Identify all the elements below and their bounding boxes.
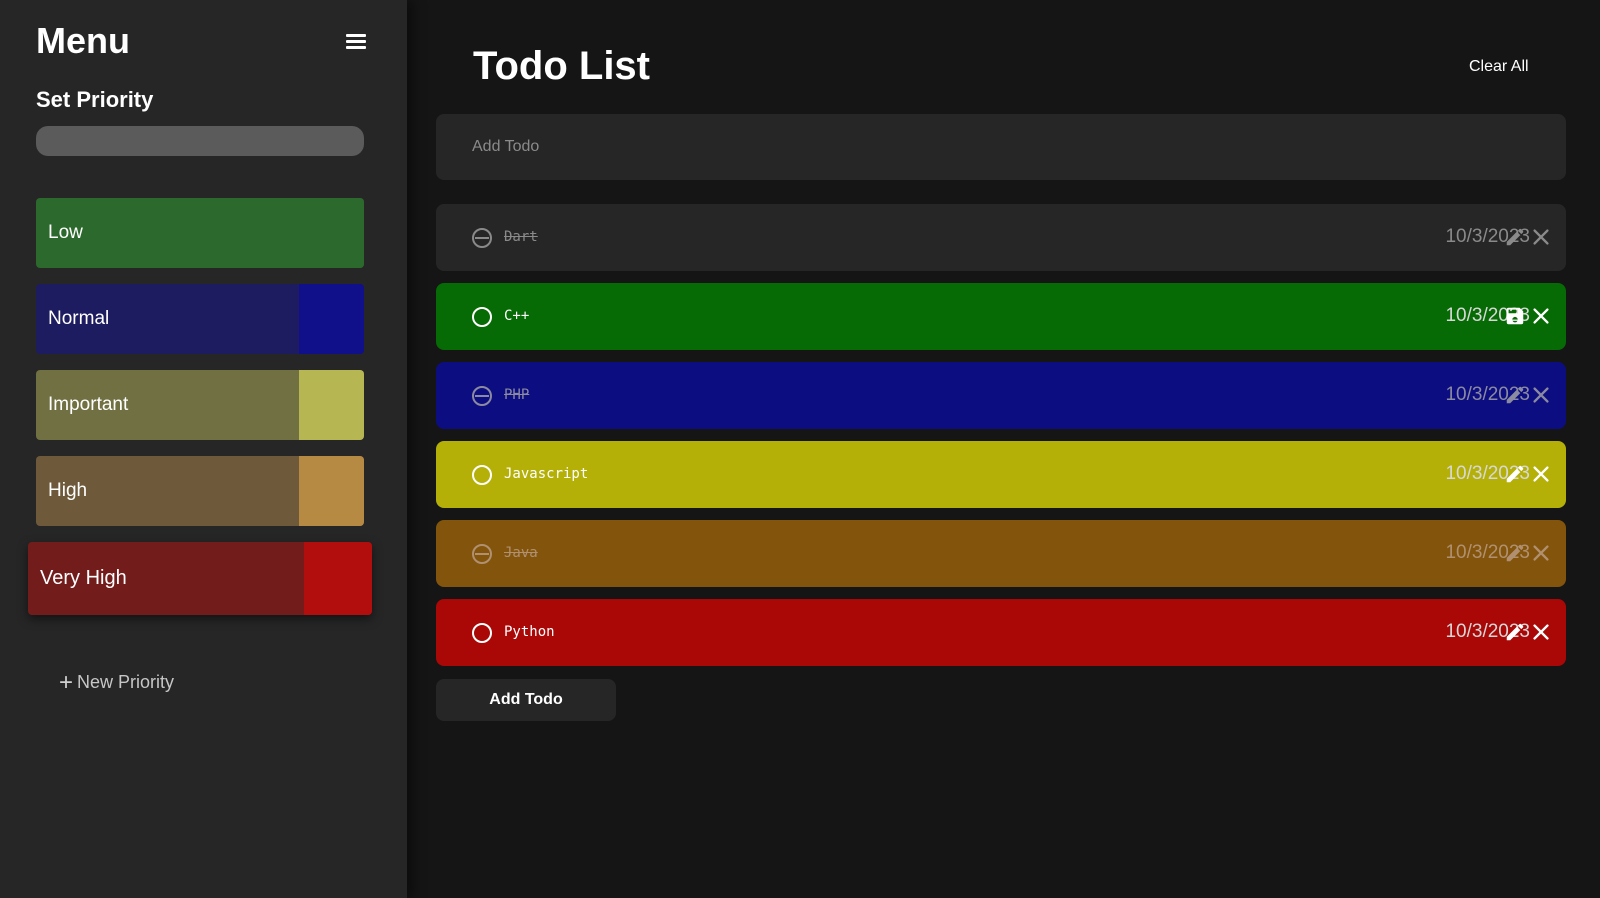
todo-app: Menu Set Priority Low Normal Important H… xyxy=(0,0,1600,898)
add-todo-input[interactable] xyxy=(436,114,1566,180)
close-icon[interactable] xyxy=(1530,463,1552,485)
hamburger-menu-icon[interactable] xyxy=(346,34,366,52)
priority-color-swatch xyxy=(299,284,364,354)
close-icon[interactable] xyxy=(1530,226,1552,248)
pencil-icon[interactable] xyxy=(1504,226,1526,248)
todo-item: Dart 10/3/2023 xyxy=(436,204,1566,271)
priority-color-swatch xyxy=(299,456,364,526)
sidebar: Menu Set Priority Low Normal Important H… xyxy=(0,0,407,898)
set-priority-label: Set Priority xyxy=(36,87,154,112)
todo-item: PHP 10/3/2023 xyxy=(436,362,1566,429)
todo-item: Javascript 10/3/2023 xyxy=(436,441,1566,508)
clear-all-button[interactable]: Clear All xyxy=(1469,58,1529,76)
close-icon[interactable] xyxy=(1530,384,1552,406)
todo-text: Python xyxy=(504,624,555,640)
priority-input[interactable] xyxy=(36,126,364,156)
page-title: Todo List xyxy=(473,44,650,88)
priority-label: Low xyxy=(48,222,83,243)
priority-label: Very High xyxy=(40,567,127,589)
complete-toggle-icon[interactable] xyxy=(472,544,492,564)
complete-toggle-icon[interactable] xyxy=(472,386,492,406)
close-icon[interactable] xyxy=(1530,621,1552,643)
priority-color-swatch xyxy=(299,198,364,268)
priority-color-swatch xyxy=(299,370,364,440)
plus-icon: + xyxy=(59,668,74,696)
priority-card-normal[interactable]: Normal xyxy=(36,284,364,354)
pencil-icon[interactable] xyxy=(1504,621,1526,643)
priority-card-very-high[interactable]: Very High xyxy=(28,542,372,615)
complete-toggle-icon[interactable] xyxy=(472,307,492,327)
close-icon[interactable] xyxy=(1530,542,1552,564)
add-todo-button[interactable]: Add Todo xyxy=(436,679,616,721)
pencil-icon[interactable] xyxy=(1504,463,1526,485)
menu-title: Menu xyxy=(36,20,130,61)
priority-card-important[interactable]: Important xyxy=(36,370,364,440)
priority-card-low[interactable]: Low xyxy=(36,198,364,268)
new-priority-button[interactable]: + New Priority xyxy=(59,668,175,696)
pencil-icon[interactable] xyxy=(1504,542,1526,564)
complete-toggle-icon[interactable] xyxy=(472,228,492,248)
todo-item: C++ 10/3/2023 xyxy=(436,283,1566,350)
todo-text: C++ xyxy=(504,308,530,324)
pencil-icon[interactable] xyxy=(1504,384,1526,406)
todo-item: Java 10/3/2023 xyxy=(436,520,1566,587)
close-icon[interactable] xyxy=(1530,305,1552,327)
priority-label: Normal xyxy=(48,308,110,329)
todo-text: Javascript xyxy=(504,466,589,482)
priority-label: Important xyxy=(48,394,129,415)
todo-text: Java xyxy=(504,545,538,561)
save-icon[interactable] xyxy=(1504,305,1526,327)
todo-text: Dart xyxy=(504,229,538,245)
complete-toggle-icon[interactable] xyxy=(472,623,492,643)
todo-item: Python 10/3/2023 xyxy=(436,599,1566,666)
priority-card-high[interactable]: High xyxy=(36,456,364,526)
priority-label: High xyxy=(48,480,88,501)
priority-color-swatch xyxy=(304,542,372,615)
complete-toggle-icon[interactable] xyxy=(472,465,492,485)
todo-text: PHP xyxy=(504,387,530,403)
new-priority-label: New Priority xyxy=(77,672,175,692)
